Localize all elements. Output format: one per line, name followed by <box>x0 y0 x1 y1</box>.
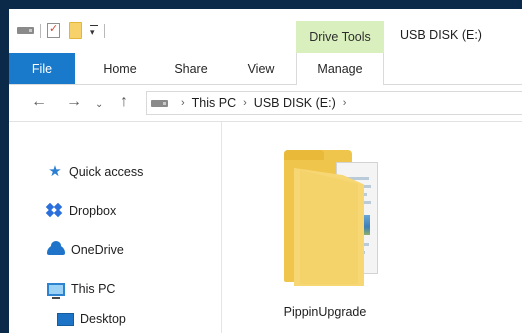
tab-file[interactable]: File <box>9 53 75 84</box>
customize-toolbar-icon[interactable]: ▾ <box>90 25 98 37</box>
title-bar: ▾ Drive Tools USB DISK (E:) <box>9 9 522 53</box>
tab-view[interactable]: View <box>233 53 289 84</box>
address-bar[interactable]: › This PC › USB DISK (E:) › <box>146 91 522 115</box>
tab-manage[interactable]: Manage <box>296 53 384 85</box>
quick-access-toolbar: ▾ <box>17 22 111 39</box>
ribbon-tabs: File Home Share View Manage <box>9 53 522 85</box>
breadcrumb-chevron-icon[interactable]: › <box>243 97 247 109</box>
navigation-pane: ★ Quick access Dropbox OneDrive This PC … <box>9 122 222 333</box>
breadcrumb-usb-disk[interactable]: USB DISK (E:) <box>254 96 336 110</box>
properties-icon[interactable] <box>47 22 60 38</box>
file-list: PippinUpgrade <box>222 122 522 333</box>
sidebar-item-label: This PC <box>71 282 116 296</box>
explorer-window: ▾ Drive Tools USB DISK (E:) File Home Sh… <box>9 9 522 333</box>
toolbar-separator <box>104 23 105 38</box>
dropbox-icon <box>45 202 63 218</box>
drive-icon[interactable] <box>17 27 34 34</box>
star-icon: ★ <box>48 163 62 180</box>
sidebar-item-label: Desktop <box>80 312 126 326</box>
computer-icon <box>47 282 65 299</box>
tab-share[interactable]: Share <box>161 53 221 84</box>
back-arrow-icon[interactable]: ← <box>31 94 47 110</box>
drive-icon <box>151 99 168 107</box>
desktop-icon <box>57 312 74 326</box>
drive-tools-header: Drive Tools <box>296 21 384 53</box>
sidebar-item-desktop[interactable]: Desktop <box>57 312 126 326</box>
breadcrumb-chevron-icon[interactable]: › <box>343 97 347 109</box>
sidebar-item-quick-access[interactable]: ★ Quick access <box>47 163 144 180</box>
folder-icon <box>280 150 384 286</box>
up-arrow-icon[interactable]: ↑ <box>120 94 128 110</box>
navigation-bar: ← → ⌄ ↑ › This PC › USB DISK (E:) › <box>9 85 522 122</box>
sidebar-item-label: Quick access <box>69 165 144 179</box>
sidebar-item-dropbox[interactable]: Dropbox <box>45 202 117 218</box>
sidebar-item-this-pc[interactable]: This PC <box>47 282 116 299</box>
folder-item[interactable]: PippinUpgrade <box>260 148 390 328</box>
breadcrumb-this-pc[interactable]: This PC <box>192 96 236 110</box>
toolbar-separator <box>40 23 41 38</box>
cloud-icon <box>47 241 65 255</box>
tab-home[interactable]: Home <box>89 53 151 84</box>
new-folder-icon[interactable] <box>69 22 82 39</box>
forward-arrow-icon[interactable]: → <box>66 94 82 110</box>
sidebar-item-label: OneDrive <box>71 243 124 257</box>
breadcrumb-chevron-icon[interactable]: › <box>181 97 185 109</box>
folder-name: PippinUpgrade <box>283 305 367 319</box>
window-title: USB DISK (E:) <box>400 28 482 42</box>
recent-locations-chevron-icon[interactable]: ⌄ <box>95 97 103 113</box>
sidebar-item-label: Dropbox <box>69 204 117 218</box>
sidebar-item-onedrive[interactable]: OneDrive <box>47 241 124 257</box>
